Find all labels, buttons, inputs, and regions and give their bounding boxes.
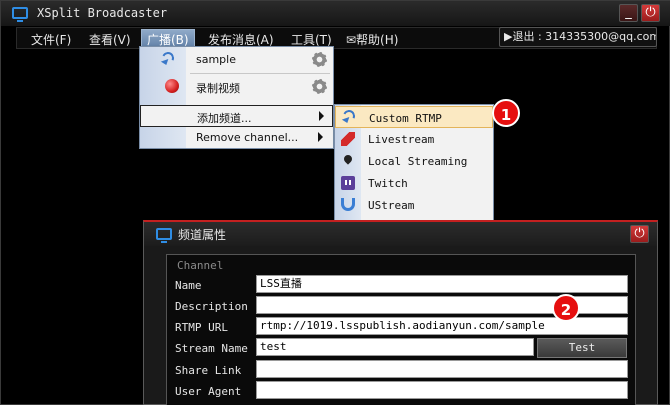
test-bandwidth-button[interactable]: Test bandwidth <box>537 338 627 372</box>
sub-item-livestream[interactable]: Livestream <box>335 128 493 150</box>
add-channel-submenu: Custom RTMP Livestream Local Streaming T… <box>334 104 494 222</box>
broadcast-arc-icon <box>341 108 357 124</box>
broadcast-arc-icon <box>160 50 176 66</box>
livestream-icon <box>341 132 355 146</box>
twitch-icon <box>341 176 355 190</box>
dd-item-label: 录制视频 <box>196 82 240 95</box>
xsplit-logo-icon <box>12 7 28 22</box>
share-link-input[interactable] <box>256 360 628 378</box>
menu-file[interactable]: 文件(F) <box>31 31 71 48</box>
sub-item-custom-rtmp[interactable]: Custom RTMP <box>335 106 493 128</box>
sub-item-twitch[interactable]: Twitch <box>335 172 493 194</box>
step-badge-2: 2 <box>552 294 580 322</box>
location-pin-icon <box>342 153 354 165</box>
sub-item-ustream[interactable]: UStream <box>335 194 493 216</box>
name-input[interactable]: LSS直播 <box>256 275 628 293</box>
record-icon <box>165 79 179 93</box>
xsplit-logo-icon <box>156 228 172 243</box>
submenu-arrow-icon <box>319 111 324 121</box>
stream-name-label: Stream Name <box>175 342 248 355</box>
logout-button[interactable]: ▶退出 : 314335300@qq.com <box>499 27 657 47</box>
group-title: Channel <box>177 259 224 272</box>
dd-item-sample[interactable]: sample <box>140 49 333 71</box>
minimize-button[interactable]: _ <box>619 4 638 22</box>
description-label: Description <box>175 300 248 313</box>
sub-item-local-streaming[interactable]: Local Streaming <box>335 150 493 172</box>
stream-name-input[interactable]: test <box>256 338 534 356</box>
dd-item-label: Remove channel... <box>196 131 299 144</box>
power-close-button[interactable]: ⏻ <box>641 4 660 22</box>
dialog-title-bar: 频道属性 ⏻ <box>144 222 657 246</box>
channel-group: Channel Name LSS直播 Description RTMP URL … <box>166 254 636 405</box>
submenu-arrow-icon <box>318 132 323 142</box>
share-link-label: Share Link <box>175 364 242 377</box>
window-title: XSplit Broadcaster <box>37 6 168 20</box>
channel-properties-dialog: 频道属性 ⏻ Channel Name LSS直播 Description RT… <box>143 220 658 405</box>
menu-divider <box>190 73 330 74</box>
user-agent-select[interactable] <box>256 381 628 399</box>
menu-view[interactable]: 查看(V) <box>89 31 131 48</box>
dialog-title: 频道属性 <box>178 228 227 242</box>
dd-item-label: 添加频道... <box>197 112 252 125</box>
dd-item-label: sample <box>196 53 236 66</box>
title-bar: XSplit Broadcaster _ ⏻ <box>1 1 670 26</box>
sub-item-label: Local Streaming <box>368 155 468 168</box>
step-badge-1: 1 <box>492 99 520 127</box>
dialog-close-button[interactable]: ⏻ <box>630 225 649 243</box>
sub-item-label: Custom RTMP <box>369 112 442 125</box>
gear-icon[interactable] <box>312 79 327 94</box>
sub-item-label: Twitch <box>368 177 408 190</box>
sub-item-label: UStream <box>368 199 415 212</box>
menu-help[interactable]: ✉帮助(H) <box>346 31 398 48</box>
dd-item-remove-channel[interactable]: Remove channel... <box>140 127 333 149</box>
user-agent-label: User Agent <box>175 385 242 398</box>
broadcast-dropdown: sample 录制视频 添加频道... Remove channel... <box>139 46 334 149</box>
ustream-icon <box>341 198 355 211</box>
name-label: Name <box>175 279 202 292</box>
gear-icon[interactable] <box>312 52 327 67</box>
sub-item-label: Livestream <box>368 133 435 146</box>
rtmp-url-label: RTMP URL <box>175 321 228 334</box>
dd-item-add-channel[interactable]: 添加频道... <box>140 105 333 127</box>
dd-item-record-video[interactable]: 录制视频 <box>140 76 333 98</box>
